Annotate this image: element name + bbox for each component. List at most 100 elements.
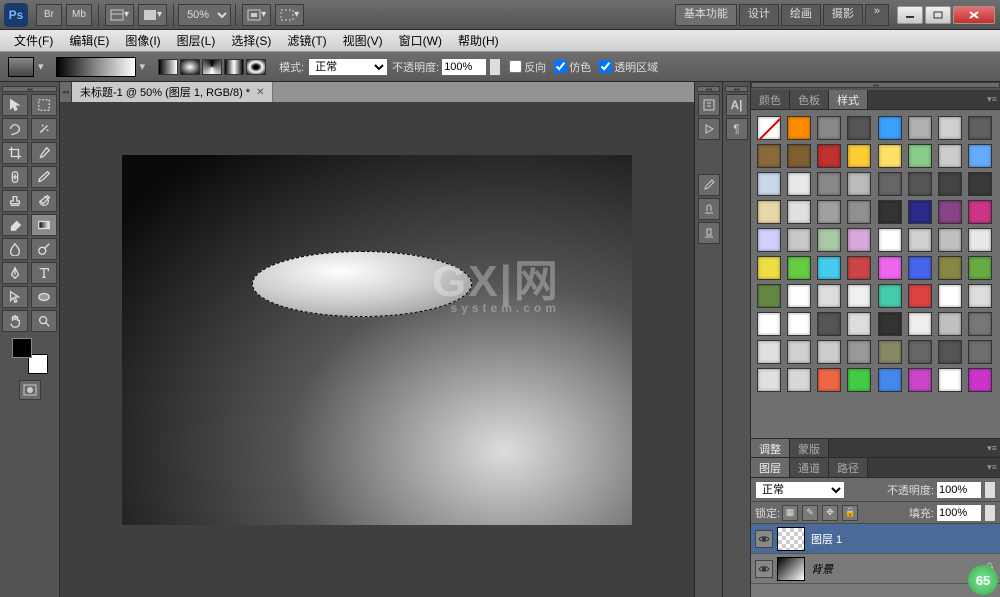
- lasso-tool[interactable]: [2, 118, 28, 140]
- doc-tab-handle[interactable]: ◂◂: [60, 82, 72, 102]
- zoom-tool[interactable]: [31, 310, 57, 332]
- style-swatch[interactable]: [787, 200, 811, 224]
- style-swatch[interactable]: [938, 200, 962, 224]
- visibility-icon[interactable]: [755, 560, 773, 578]
- panel-menu-icon[interactable]: ▾≡: [984, 90, 1000, 109]
- workspace-photo[interactable]: 摄影: [823, 4, 863, 26]
- style-swatch[interactable]: [878, 200, 902, 224]
- style-swatch[interactable]: [757, 200, 781, 224]
- menu-help[interactable]: 帮助(H): [450, 30, 507, 51]
- style-swatch[interactable]: [968, 284, 992, 308]
- workspace-paint[interactable]: 绘画: [781, 4, 821, 26]
- tab-swatches[interactable]: 色板: [790, 90, 829, 109]
- marquee-tool[interactable]: [31, 94, 57, 116]
- style-swatch[interactable]: [817, 312, 841, 336]
- workspace-more[interactable]: »: [865, 4, 889, 26]
- style-swatch[interactable]: [787, 172, 811, 196]
- style-swatch[interactable]: [787, 368, 811, 392]
- lock-all-icon[interactable]: 🔒: [842, 505, 858, 521]
- quickmask-toggle[interactable]: [19, 380, 41, 400]
- brush-presets-icon[interactable]: [698, 222, 720, 244]
- menu-filter[interactable]: 滤镜(T): [279, 30, 334, 51]
- style-swatch[interactable]: [787, 312, 811, 336]
- style-swatch[interactable]: [878, 256, 902, 280]
- maximize-button[interactable]: [925, 6, 951, 24]
- menu-image[interactable]: 图像(I): [117, 30, 168, 51]
- minibridge-button[interactable]: Mb: [66, 4, 92, 26]
- opacity-value[interactable]: 100%: [441, 58, 487, 76]
- brush-tool[interactable]: [31, 166, 57, 188]
- style-swatch[interactable]: [757, 284, 781, 308]
- gradient-diamond[interactable]: [246, 59, 266, 75]
- style-swatch[interactable]: [757, 144, 781, 168]
- foreground-color[interactable]: [12, 338, 32, 358]
- tool-preset[interactable]: [8, 57, 34, 77]
- menu-edit[interactable]: 编辑(E): [61, 30, 117, 51]
- tab-channels[interactable]: 通道: [790, 458, 829, 477]
- style-swatch[interactable]: [878, 340, 902, 364]
- style-swatch[interactable]: [878, 284, 902, 308]
- style-swatch[interactable]: [817, 368, 841, 392]
- tab-paths[interactable]: 路径: [829, 458, 868, 477]
- menu-file[interactable]: 文件(F): [6, 30, 61, 51]
- style-swatch[interactable]: [968, 312, 992, 336]
- style-swatch[interactable]: [847, 116, 871, 140]
- style-swatch[interactable]: [938, 312, 962, 336]
- shape-tool[interactable]: [31, 286, 57, 308]
- canvas[interactable]: GX|网 system.com: [122, 155, 632, 525]
- gradient-picker[interactable]: [56, 57, 136, 77]
- canvas-viewport[interactable]: GX|网 system.com: [60, 102, 694, 597]
- guides-button[interactable]: ▾: [275, 4, 304, 26]
- fill-flyout[interactable]: ▸: [984, 504, 996, 522]
- style-swatch[interactable]: [908, 340, 932, 364]
- menu-window[interactable]: 窗口(W): [391, 30, 450, 51]
- screen-mode-button[interactable]: ▾: [138, 4, 167, 26]
- history-brush-tool[interactable]: [31, 190, 57, 212]
- style-swatch[interactable]: [908, 284, 932, 308]
- panel-menu-icon[interactable]: ▾≡: [984, 439, 1000, 457]
- style-swatch[interactable]: [817, 172, 841, 196]
- style-swatch[interactable]: [847, 284, 871, 308]
- layer-opacity-value[interactable]: 100%: [936, 481, 982, 499]
- style-swatch[interactable]: [878, 144, 902, 168]
- style-swatch[interactable]: [968, 256, 992, 280]
- style-swatch[interactable]: [878, 116, 902, 140]
- style-swatch[interactable]: [908, 144, 932, 168]
- style-swatch[interactable]: [757, 256, 781, 280]
- character-icon[interactable]: A|: [726, 94, 748, 116]
- style-swatch[interactable]: [968, 200, 992, 224]
- style-swatch[interactable]: [847, 256, 871, 280]
- style-swatch[interactable]: [757, 340, 781, 364]
- hand-tool[interactable]: [2, 310, 28, 332]
- eraser-tool[interactable]: [2, 214, 28, 236]
- move-tool[interactable]: [2, 94, 28, 116]
- style-swatch[interactable]: [908, 368, 932, 392]
- style-swatch[interactable]: [817, 256, 841, 280]
- tab-styles[interactable]: 样式: [829, 90, 868, 109]
- style-swatch[interactable]: [847, 340, 871, 364]
- layer-row[interactable]: 背景 🔒: [751, 554, 1000, 584]
- style-swatch[interactable]: [787, 228, 811, 252]
- tab-color[interactable]: 颜色: [751, 90, 790, 109]
- style-swatch[interactable]: [847, 200, 871, 224]
- layer-thumbnail[interactable]: [777, 557, 805, 581]
- style-swatch[interactable]: [908, 200, 932, 224]
- healing-tool[interactable]: [2, 166, 28, 188]
- gradient-linear[interactable]: [158, 59, 178, 75]
- style-swatch[interactable]: [787, 256, 811, 280]
- style-swatch[interactable]: [878, 312, 902, 336]
- style-swatch[interactable]: [817, 200, 841, 224]
- lock-pixels-icon[interactable]: ✎: [802, 505, 818, 521]
- style-swatch[interactable]: [908, 228, 932, 252]
- tab-masks[interactable]: 蒙版: [790, 439, 829, 457]
- style-swatch[interactable]: [908, 256, 932, 280]
- bridge-button[interactable]: Br: [36, 4, 62, 26]
- layer-thumbnail[interactable]: [777, 527, 805, 551]
- lock-trans-icon[interactable]: ▦: [782, 505, 798, 521]
- document-tab[interactable]: 未标题-1 @ 50% (图层 1, RGB/8) * ✕: [72, 82, 273, 102]
- style-swatch[interactable]: [817, 116, 841, 140]
- style-swatch[interactable]: [938, 116, 962, 140]
- blur-tool[interactable]: [2, 238, 28, 260]
- fill-value[interactable]: 100%: [936, 504, 982, 522]
- style-swatch[interactable]: [968, 172, 992, 196]
